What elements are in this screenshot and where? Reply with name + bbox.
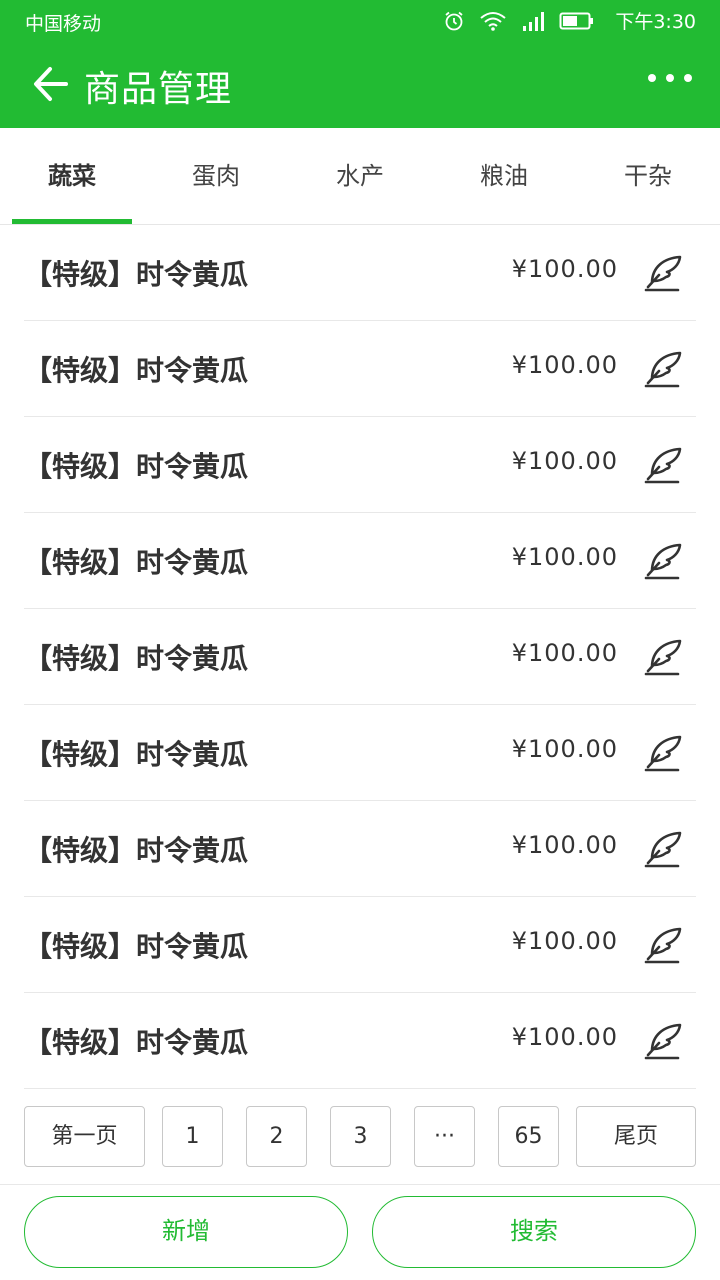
product-row[interactable]: 【特级】时令黄瓜 ¥100.00 [24, 417, 696, 513]
battery-icon [559, 12, 594, 29]
product-name: 【特级】时令黄瓜 [24, 642, 249, 675]
edit-icon[interactable] [642, 925, 684, 965]
product-row[interactable]: 【特级】时令黄瓜 ¥100.00 [24, 609, 696, 705]
product-name: 【特级】时令黄瓜 [24, 738, 249, 771]
edit-icon[interactable] [642, 1021, 684, 1061]
first-page-button[interactable]: 第一页 [24, 1106, 145, 1167]
add-button[interactable]: 新增 [24, 1196, 348, 1268]
page-2-button[interactable]: 2 [246, 1106, 307, 1167]
status-bar: 中国移动 下午3:30 [0, 0, 720, 40]
tab-aquatic[interactable]: 水产 [300, 128, 420, 224]
product-row[interactable]: 【特级】时令黄瓜 ¥100.00 [24, 321, 696, 417]
page-3-button[interactable]: 3 [330, 1106, 391, 1167]
page-65-button[interactable]: 65 [498, 1106, 559, 1167]
edit-icon[interactable] [642, 349, 684, 389]
tab-dry-goods[interactable]: 干杂 [588, 128, 708, 224]
product-list: 【特级】时令黄瓜 ¥100.00 【特级】时令黄瓜 ¥100.00 【特级】时令… [24, 225, 696, 1089]
product-name: 【特级】时令黄瓜 [24, 450, 249, 483]
edit-icon[interactable] [642, 253, 684, 293]
last-page-button[interactable]: 尾页 [576, 1106, 696, 1167]
wifi-icon [480, 11, 506, 31]
product-row[interactable]: 【特级】时令黄瓜 ¥100.00 [24, 801, 696, 897]
signal-icon [523, 11, 545, 31]
ellipsis-button[interactable]: ··· [414, 1106, 475, 1167]
alarm-icon [445, 11, 463, 30]
tab-vegetables[interactable]: 蔬菜 [12, 128, 132, 224]
more-icon[interactable] [648, 74, 692, 82]
product-row[interactable]: 【特级】时令黄瓜 ¥100.00 [24, 705, 696, 801]
product-name: 【特级】时令黄瓜 [24, 258, 249, 291]
carrier-label: 中国移动 [25, 13, 102, 35]
edit-icon[interactable] [642, 541, 684, 581]
category-tabs: 蔬菜 蛋肉 水产 粮油 干杂 [0, 128, 720, 225]
page-title: 商品管理 [84, 69, 233, 110]
product-name: 【特级】时令黄瓜 [24, 834, 249, 867]
product-name: 【特级】时令黄瓜 [24, 930, 249, 963]
product-row[interactable]: 【特级】时令黄瓜 ¥100.00 [24, 225, 696, 321]
product-price: ¥100.00 [511, 831, 618, 859]
edit-icon[interactable] [642, 829, 684, 869]
product-row[interactable]: 【特级】时令黄瓜 ¥100.00 [24, 513, 696, 609]
back-arrow-icon[interactable] [30, 64, 70, 104]
status-icons: 下午3:30 [443, 7, 696, 34]
product-name: 【特级】时令黄瓜 [24, 1026, 249, 1059]
edit-icon[interactable] [642, 445, 684, 485]
tab-eggs-meat[interactable]: 蛋肉 [156, 128, 276, 224]
product-price: ¥100.00 [511, 255, 618, 283]
edit-icon[interactable] [642, 733, 684, 773]
product-price: ¥100.00 [511, 543, 618, 571]
product-price: ¥100.00 [511, 639, 618, 667]
app-bar: 商品管理 [0, 40, 720, 128]
search-button[interactable]: 搜索 [372, 1196, 696, 1268]
product-price: ¥100.00 [511, 1023, 618, 1051]
page-1-button[interactable]: 1 [162, 1106, 223, 1167]
pagination: 第一页 1 2 3 ··· 65 尾页 [24, 1106, 696, 1168]
bottom-actions: 新增 搜索 [0, 1196, 720, 1268]
product-row[interactable]: 【特级】时令黄瓜 ¥100.00 [24, 993, 696, 1089]
product-name: 【特级】时令黄瓜 [24, 546, 249, 579]
active-tab-indicator [12, 219, 132, 224]
product-price: ¥100.00 [511, 351, 618, 379]
product-price: ¥100.00 [511, 735, 618, 763]
divider [0, 1184, 720, 1185]
product-price: ¥100.00 [511, 927, 618, 955]
status-time: 下午3:30 [615, 11, 696, 33]
edit-icon[interactable] [642, 637, 684, 677]
product-row[interactable]: 【特级】时令黄瓜 ¥100.00 [24, 897, 696, 993]
product-price: ¥100.00 [511, 447, 618, 475]
tab-grain-oil[interactable]: 粮油 [444, 128, 564, 224]
product-name: 【特级】时令黄瓜 [24, 354, 249, 387]
